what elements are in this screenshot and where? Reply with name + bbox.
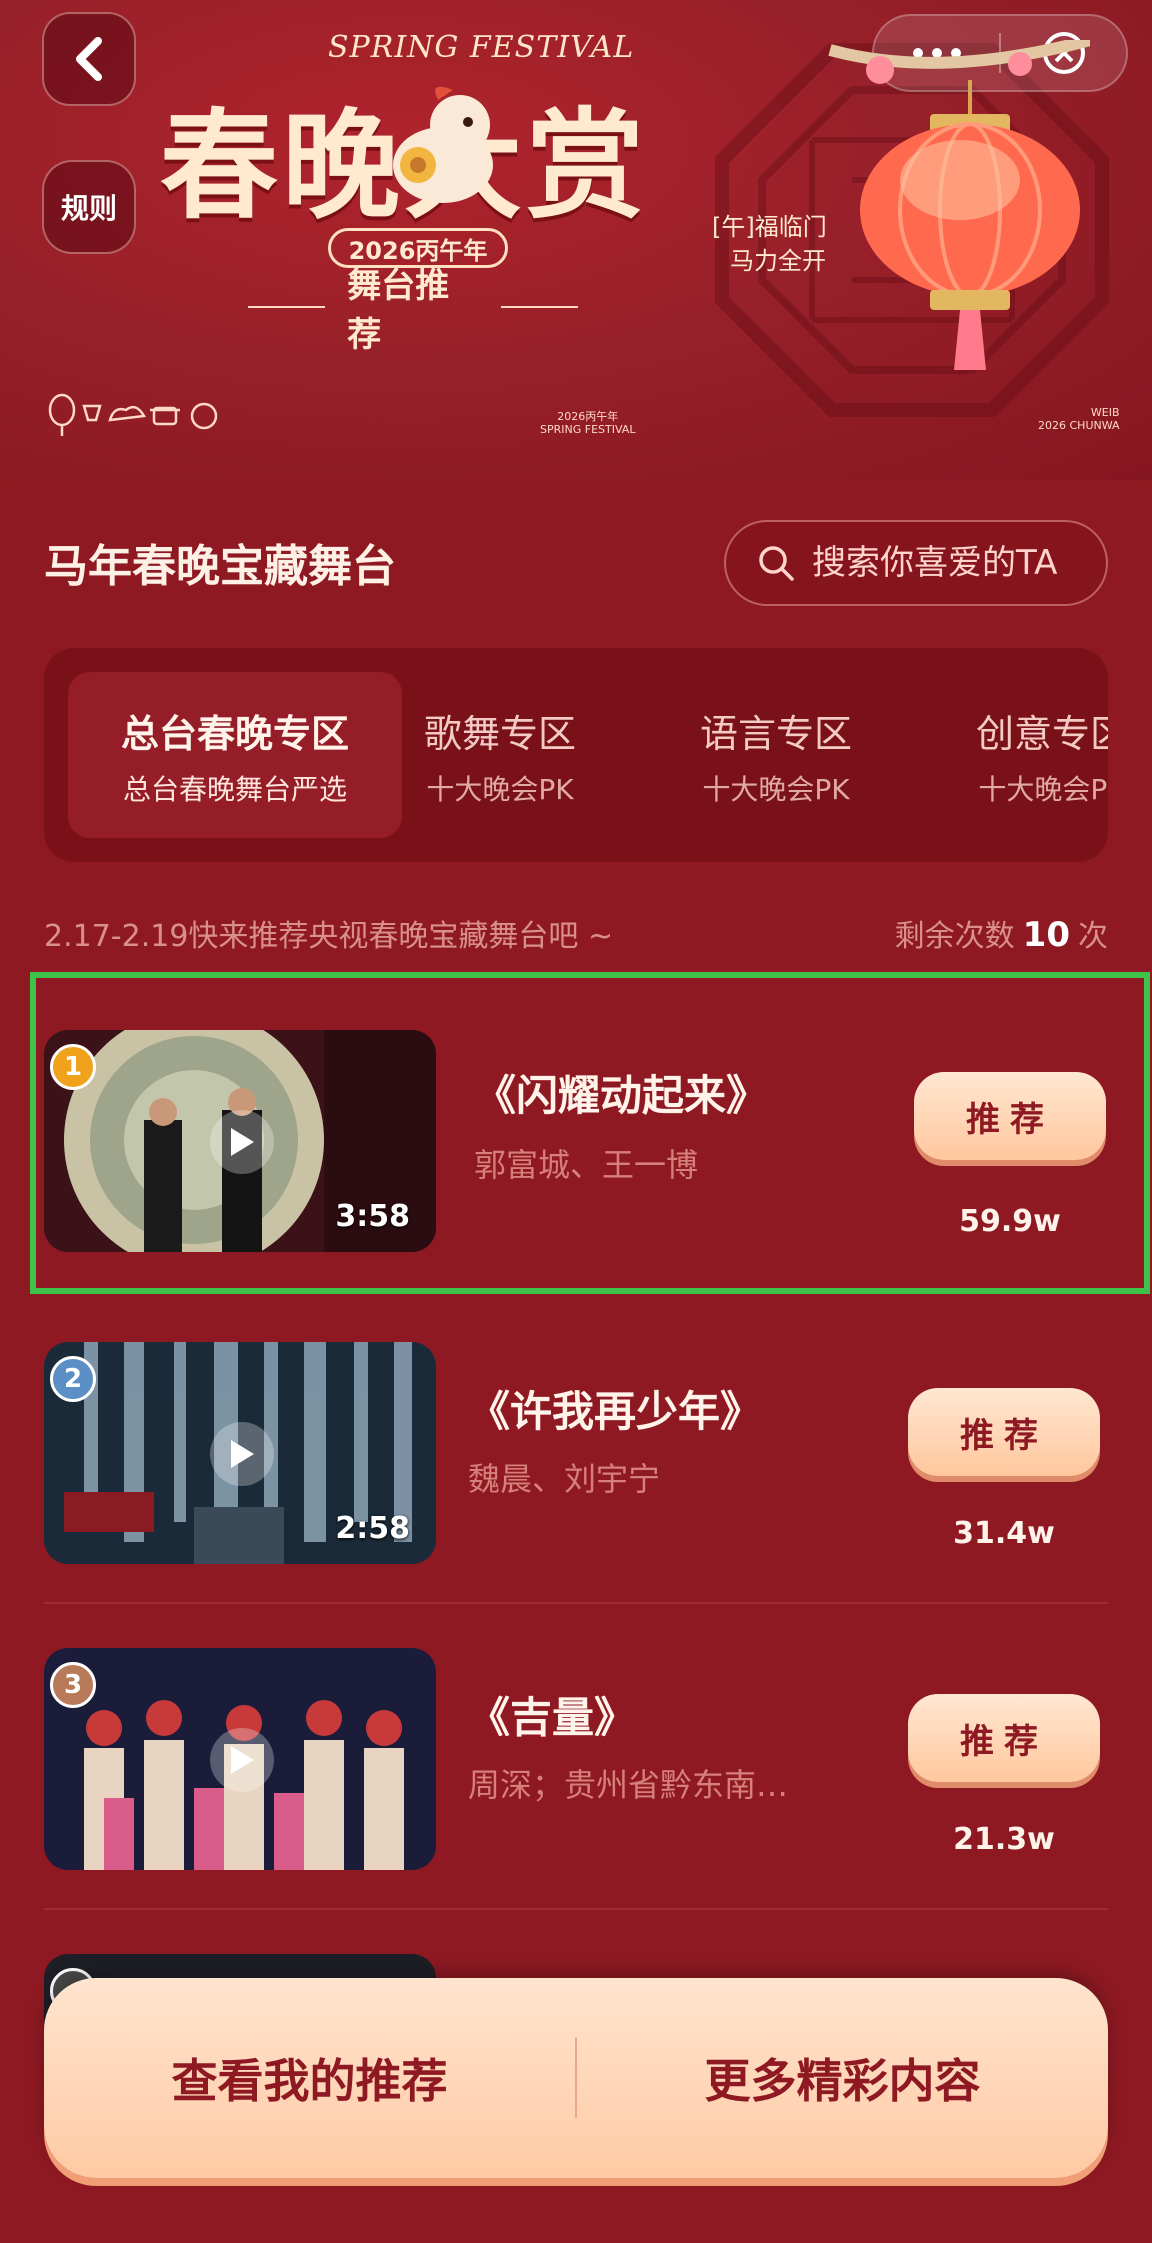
video-duration: 2:58: [335, 1511, 410, 1546]
artist-names: 郭富城、王一博: [474, 1146, 699, 1184]
tab-title: 语言专区: [699, 711, 852, 756]
remaining-votes: 剩余次数 10 次: [895, 911, 1108, 955]
tab-song-dance[interactable]: 歌舞专区 十大晚会PK: [372, 672, 628, 838]
search-box[interactable]: [724, 520, 1108, 606]
list-item: 3:58 1 《闪耀动起来》 郭富城、王一博 推荐 59.9w: [30, 972, 1150, 1294]
rank-badge: 2: [50, 1356, 96, 1402]
song-title: 《吉量》: [468, 1693, 637, 1742]
lantern-caption-line1: [午]福临门: [712, 213, 827, 241]
notice-text: 2.17-2.19快来推荐央视春晚宝藏舞台吧 ~: [44, 919, 614, 954]
video-thumbnail[interactable]: 3:58 1: [44, 1030, 436, 1252]
song-title: 《许我再少年》: [468, 1387, 763, 1436]
divider-line: [500, 306, 578, 308]
lantern-caption-line2: 马力全开: [730, 247, 826, 275]
song-title: 《闪耀动起来》: [474, 1071, 769, 1120]
rules-button[interactable]: 规则: [42, 160, 136, 254]
play-icon[interactable]: [210, 1728, 274, 1792]
section-title: 马年春晚宝藏舞台: [44, 541, 396, 592]
more-content-button[interactable]: 更多精彩内容: [577, 1978, 1108, 2178]
header-banner: 规则 SPRING FESTIVAL 春晚大赏 2026丙午年 舞台推荐: [0, 0, 1152, 480]
play-icon[interactable]: [210, 1422, 274, 1486]
bottom-action-bar: 查看我的推荐 更多精彩内容: [44, 1978, 1108, 2178]
vote-count: 31.4w: [953, 1516, 1055, 1551]
video-duration: 3:58: [335, 1199, 410, 1234]
chevron-left-icon: [76, 37, 102, 81]
vote-count: 21.3w: [953, 1822, 1055, 1857]
stage-recommend-text: 舞台推荐: [347, 266, 450, 355]
video-thumbnail[interactable]: 3: [44, 1648, 436, 1870]
tab-title: 歌舞专区: [423, 711, 576, 756]
divider-line: [248, 306, 326, 308]
tab-title: 总台春晚专区: [120, 711, 349, 756]
stage-recommend-label: 舞台推荐: [248, 266, 578, 355]
lantern-caption: [午]福临门 马力全开: [712, 210, 827, 278]
right-logo-line1: WEIB: [1090, 406, 1120, 419]
center-logo-line1: 2026丙午年: [557, 410, 619, 423]
view-my-recommendations-button[interactable]: 查看我的推荐: [44, 1978, 575, 2178]
remaining-prefix: 剩余次数: [894, 919, 1015, 954]
center-logo-line2: SPRING FESTIVAL: [540, 423, 636, 436]
back-button[interactable]: [42, 12, 136, 106]
recommend-button[interactable]: 推荐: [908, 1694, 1100, 1782]
rank-badge: 1: [50, 1044, 96, 1090]
tab-language[interactable]: 语言专区 十大晚会PK: [648, 672, 904, 838]
tab-subtitle: 十大晚会PK: [426, 772, 574, 806]
tab-subtitle: 十大晚会PK: [978, 772, 1108, 806]
remaining-count: 10: [1022, 915, 1070, 955]
artist-names: 魏晨、刘宇宁: [468, 1460, 661, 1498]
play-icon[interactable]: [210, 1110, 274, 1174]
tab-main-gala[interactable]: 总台春晚专区 总台春晚舞台严选: [68, 672, 402, 838]
search-icon: [759, 546, 794, 581]
lantern-icon: [828, 40, 1090, 370]
tab-title: 创意专区: [975, 711, 1108, 756]
search-input[interactable]: [812, 543, 1102, 583]
artist-names: 周深；贵州省黔东南…: [468, 1766, 789, 1804]
right-logo-line2: 2026 CHUNWA: [1038, 419, 1120, 432]
list-item: 2:58 2 《许我再少年》 魏晨、刘宇宁 推荐 31.4w: [0, 1298, 1152, 1604]
recommend-button[interactable]: 推荐: [908, 1388, 1100, 1476]
list-item: 3 《吉量》 周深；贵州省黔东南… 推荐 21.3w: [0, 1604, 1152, 1910]
tab-subtitle: 总台春晚舞台严选: [122, 772, 347, 806]
right-logo: WEIB 2026 CHUNWA: [1038, 406, 1120, 432]
tab-creative[interactable]: 创意专区 十大晚会PK: [924, 672, 1108, 838]
zone-tabs: 总台春晚专区 总台春晚舞台严选 歌舞专区 十大晚会PK 语言专区 十大晚会PK …: [44, 648, 1108, 862]
festival-icons: [48, 393, 218, 436]
rank-badge: 3: [50, 1662, 96, 1708]
list-divider: [44, 1908, 1108, 1910]
info-row: 2.17-2.19快来推荐央视春晚宝藏舞台吧 ~ 剩余次数 10 次: [44, 908, 1108, 958]
remaining-suffix: 次: [1078, 919, 1108, 954]
spring-festival-wordmark: SPRING FESTIVAL: [328, 30, 635, 65]
horse-mascot-icon: [393, 86, 493, 203]
tab-subtitle: 十大晚会PK: [702, 772, 850, 806]
video-thumbnail[interactable]: 2:58 2: [44, 1342, 436, 1564]
center-logo: 2026丙午年 SPRING FESTIVAL: [540, 410, 635, 436]
vote-count: 59.9w: [959, 1204, 1061, 1239]
recommend-button[interactable]: 推荐: [914, 1072, 1106, 1160]
